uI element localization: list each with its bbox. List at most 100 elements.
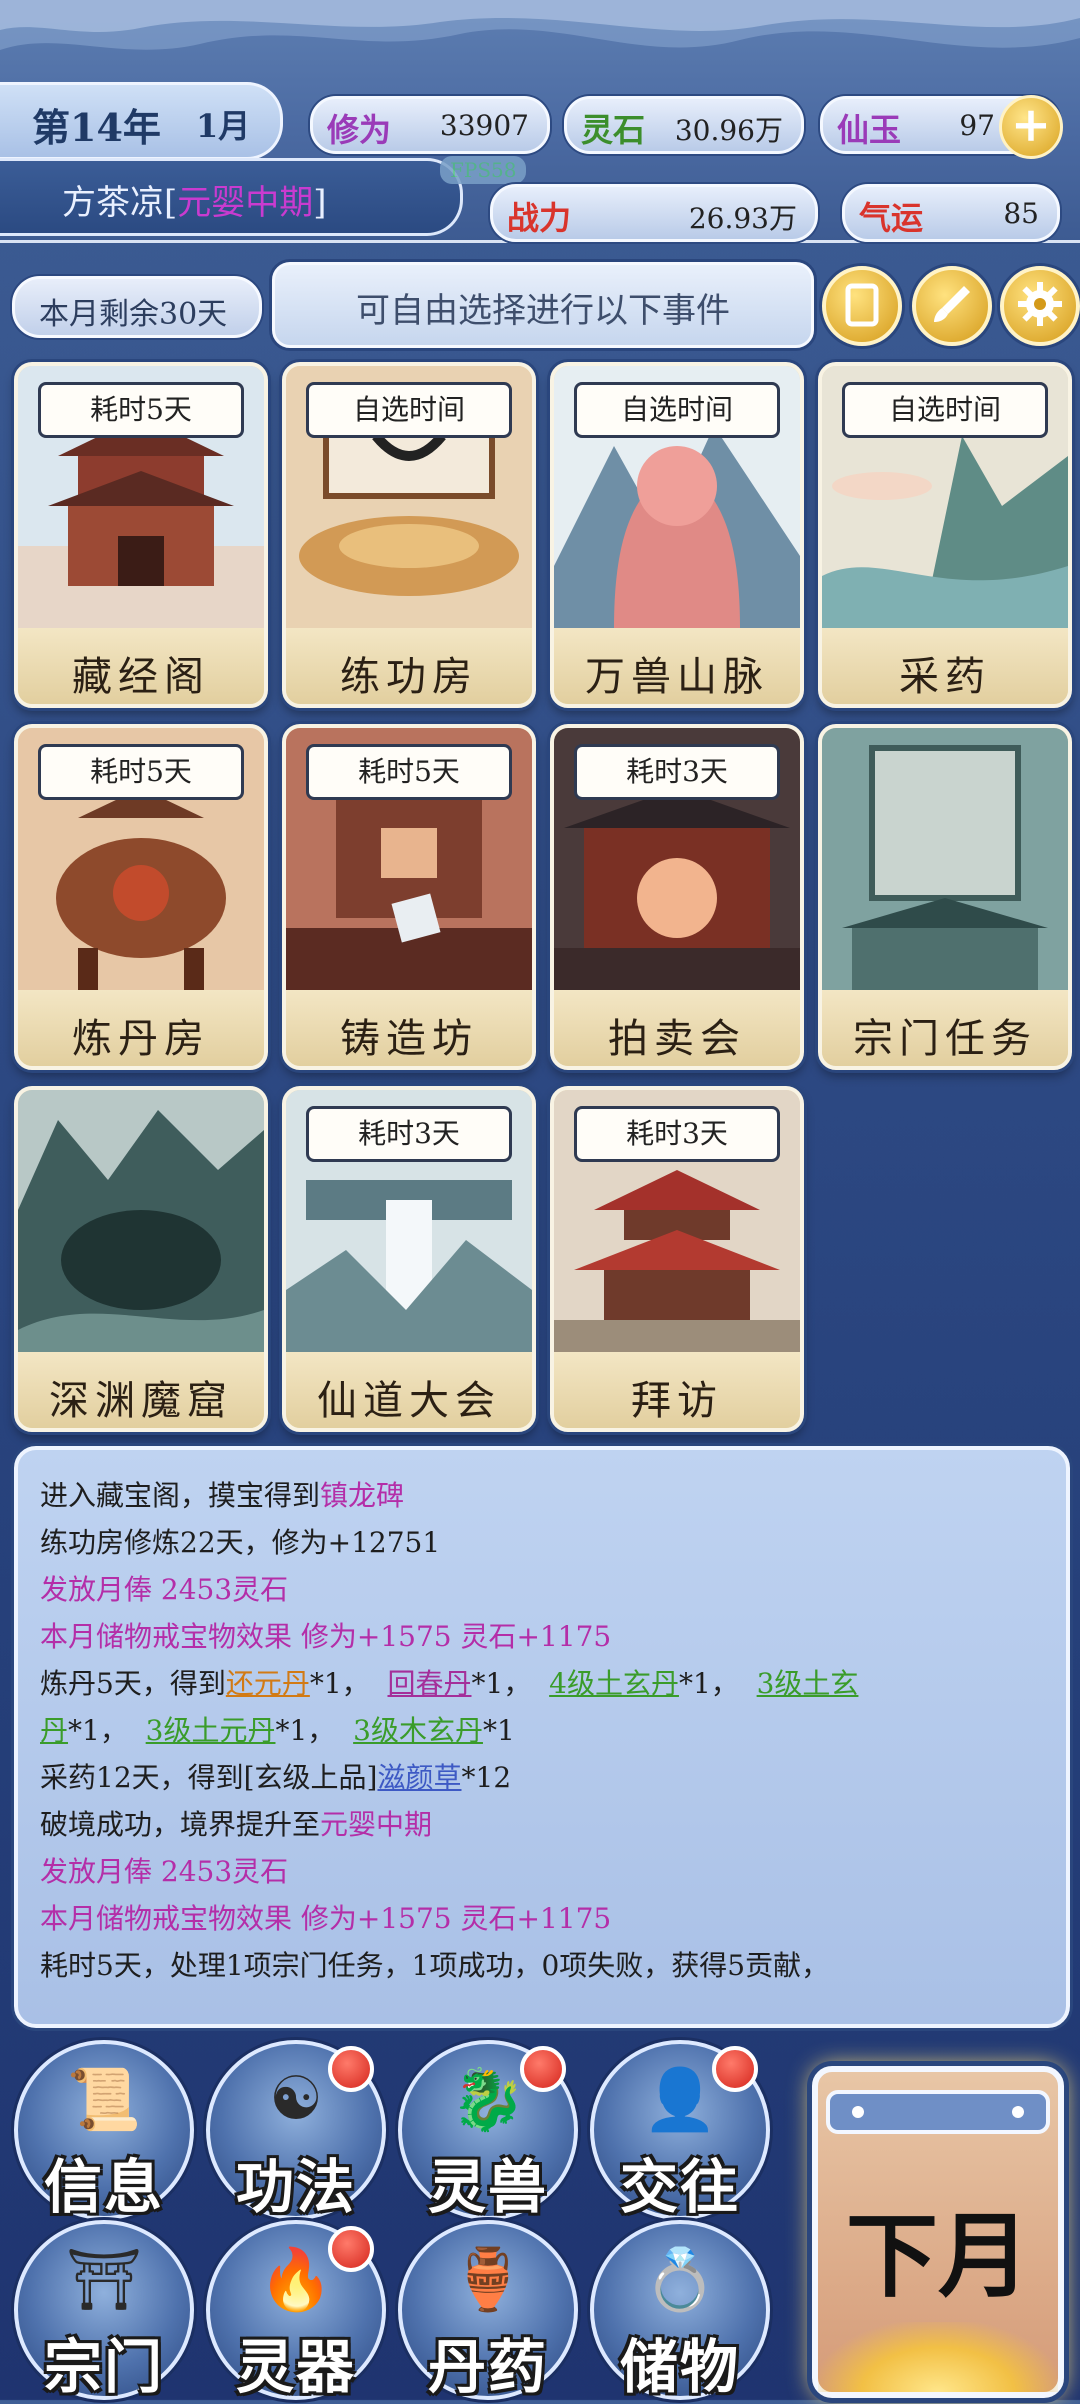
event-name: 藏经阁	[72, 654, 210, 700]
event-name: 万兽山脉	[585, 654, 769, 700]
notification-badge	[328, 2046, 374, 2092]
year-label: 第14年	[32, 105, 161, 150]
nav-technique-button[interactable]: ☯ 功法	[206, 2040, 386, 2221]
flame-decoration	[818, 2322, 1058, 2392]
nav-label: 丹药	[427, 2333, 548, 2401]
pill-item[interactable]: 丹	[40, 1714, 68, 1747]
notification-badge	[520, 2046, 566, 2092]
ring-icon: 💍	[642, 2245, 718, 2315]
event-name: 宗门任务	[853, 1016, 1037, 1062]
power-stat[interactable]: 战力 26.93万	[490, 184, 818, 242]
event-time-tag: 耗时3天	[574, 744, 780, 800]
notification-badge	[328, 2226, 374, 2272]
event-time-tag: 耗时3天	[574, 1106, 780, 1162]
jade-stat[interactable]: 仙玉 97 +	[820, 95, 1063, 159]
top-status-bar: 第14年 1月 方茶凉[元婴中期] FPS58 修为 33907 灵石 30.9…	[0, 0, 1080, 243]
log-entry: 炼丹5天，得到还元丹*1， 回春丹*1， 4级土玄丹*1， 3级土玄	[40, 1667, 859, 1700]
event-name: 炼丹房	[72, 1016, 210, 1062]
event-name: 拍卖会	[608, 1016, 746, 1062]
log-entry: 进入藏宝阁，摸宝得到镇龙碑	[40, 1479, 405, 1512]
luck-label: 气运	[859, 199, 924, 237]
log-entry: 采药12天，得到[玄级上品]滋颜草*12	[40, 1761, 512, 1794]
herb-item[interactable]: 滋颜草	[377, 1761, 461, 1794]
next-month-label: 下月	[845, 2202, 1030, 2310]
spirit-stone-stat[interactable]: 灵石 30.96万	[564, 96, 804, 154]
cultivation-label: 修为	[327, 111, 392, 149]
quest-scroll-button[interactable]	[822, 266, 902, 346]
date-display: 第14年 1月	[0, 82, 283, 160]
pill-item[interactable]: 3级木玄丹	[353, 1714, 483, 1747]
jade-value: 97	[959, 109, 995, 142]
event-card-alchemy-room[interactable]: 耗时5天 炼丹房	[14, 724, 268, 1070]
add-jade-button[interactable]: +	[999, 95, 1063, 159]
nav-social-button[interactable]: 👤 交往	[590, 2040, 770, 2221]
nav-label: 宗门	[43, 2333, 164, 2401]
days-remaining: 本月剩余30天	[12, 276, 262, 338]
pill-item[interactable]: 3级土元丹	[146, 1714, 276, 1747]
brush-button[interactable]	[912, 266, 992, 346]
gate-icon: ⛩	[65, 2245, 143, 2315]
nav-label: 储物	[619, 2333, 740, 2401]
brush-icon	[934, 286, 970, 322]
event-time-tag: 耗时5天	[38, 382, 244, 438]
pill-item[interactable]: 还元丹	[226, 1667, 310, 1700]
nav-sect-button[interactable]: ⛩ 宗门	[14, 2220, 194, 2401]
days-remaining-text: 本月剩余30天	[39, 297, 228, 332]
event-card-training-room[interactable]: 自选时间 练功房	[282, 362, 536, 708]
log-entry: 发放月俸 2453灵石	[40, 1855, 289, 1888]
player-name-text: 方茶凉[元婴中期]	[62, 183, 327, 223]
log-entry: 练功房修炼22天，修为+12751	[40, 1526, 441, 1559]
event-name: 练功房	[340, 654, 478, 700]
cultivation-stat[interactable]: 修为 33907	[310, 96, 550, 154]
event-card-forge[interactable]: 耗时5天 铸造坊	[282, 724, 536, 1070]
event-notice: 可自由选择进行以下事件	[272, 262, 814, 348]
nav-artifact-button[interactable]: 🔥 灵器	[206, 2220, 386, 2401]
settings-button[interactable]	[1000, 266, 1080, 346]
event-time-tag: 自选时间	[306, 382, 512, 438]
nav-storage-button[interactable]: 💍 储物	[590, 2220, 770, 2401]
next-month-button[interactable]: 下月	[812, 2066, 1064, 2398]
nav-pills-button[interactable]: 🏺 丹药	[398, 2220, 578, 2401]
event-card-immortal-conference[interactable]: 耗时3天 仙道大会	[282, 1086, 536, 1432]
pill-item[interactable]: 3级土玄	[757, 1667, 859, 1700]
event-name: 采药	[899, 654, 991, 700]
nav-label: 功法	[235, 2153, 356, 2221]
nav-label: 信息	[43, 2153, 164, 2221]
event-time-tag: 自选时间	[574, 382, 780, 438]
event-card-scripture-pavilion[interactable]: 耗时5天 藏经阁	[14, 362, 268, 708]
power-label: 战力	[507, 199, 572, 237]
luck-stat[interactable]: 气运 85	[842, 184, 1060, 242]
pill-item[interactable]: 4级土玄丹	[549, 1667, 679, 1700]
event-card-beast-mountains[interactable]: 自选时间 万兽山脉	[550, 362, 804, 708]
sect-stele-illustration	[822, 728, 1068, 990]
event-name: 仙道大会	[317, 1378, 501, 1424]
event-card-gather-herbs[interactable]: 自选时间 采药	[818, 362, 1072, 708]
month-label: 1月	[196, 107, 251, 145]
scroll-icon: 📜	[66, 2065, 142, 2135]
event-card-auction[interactable]: 耗时3天 拍卖会	[550, 724, 804, 1070]
nav-beast-button[interactable]: 🐉 灵兽	[398, 2040, 578, 2221]
event-card-abyss-cave[interactable]: 深渊魔窟	[14, 1086, 268, 1432]
event-log-panel[interactable]: 进入藏宝阁，摸宝得到镇龙碑 练功房修炼22天，修为+12751 发放月俸 245…	[14, 1446, 1070, 2028]
cultivation-value: 33907	[439, 109, 529, 142]
spirit-stone-label: 灵石	[581, 111, 646, 149]
event-card-sect-tasks[interactable]: 宗门任务	[818, 724, 1072, 1070]
event-time-tag: 自选时间	[842, 382, 1048, 438]
jade-label: 仙玉	[837, 111, 902, 149]
log-entry: 破境成功，境界提升至元婴中期	[40, 1808, 433, 1841]
event-card-visit[interactable]: 耗时3天 拜访	[550, 1086, 804, 1432]
spirit-stone-value: 30.96万	[674, 114, 783, 147]
luck-value: 85	[1003, 197, 1039, 230]
event-time-tag: 耗时5天	[306, 744, 512, 800]
gear-icon	[1018, 282, 1062, 326]
pill-item[interactable]: 回春丹	[387, 1667, 471, 1700]
log-entry: 发放月俸 2453灵石	[40, 1573, 289, 1606]
notification-badge	[712, 2046, 758, 2092]
event-name: 深渊魔窟	[49, 1378, 233, 1424]
player-name-plate[interactable]: 方茶凉[元婴中期]	[0, 158, 463, 236]
event-name: 拜访	[631, 1378, 723, 1424]
cloud-wave-decoration	[0, 0, 1080, 50]
event-notice-text: 可自由选择进行以下事件	[356, 291, 730, 331]
nav-info-button[interactable]: 📜 信息	[14, 2040, 194, 2221]
gourd-icon: 🏺	[450, 2245, 526, 2315]
